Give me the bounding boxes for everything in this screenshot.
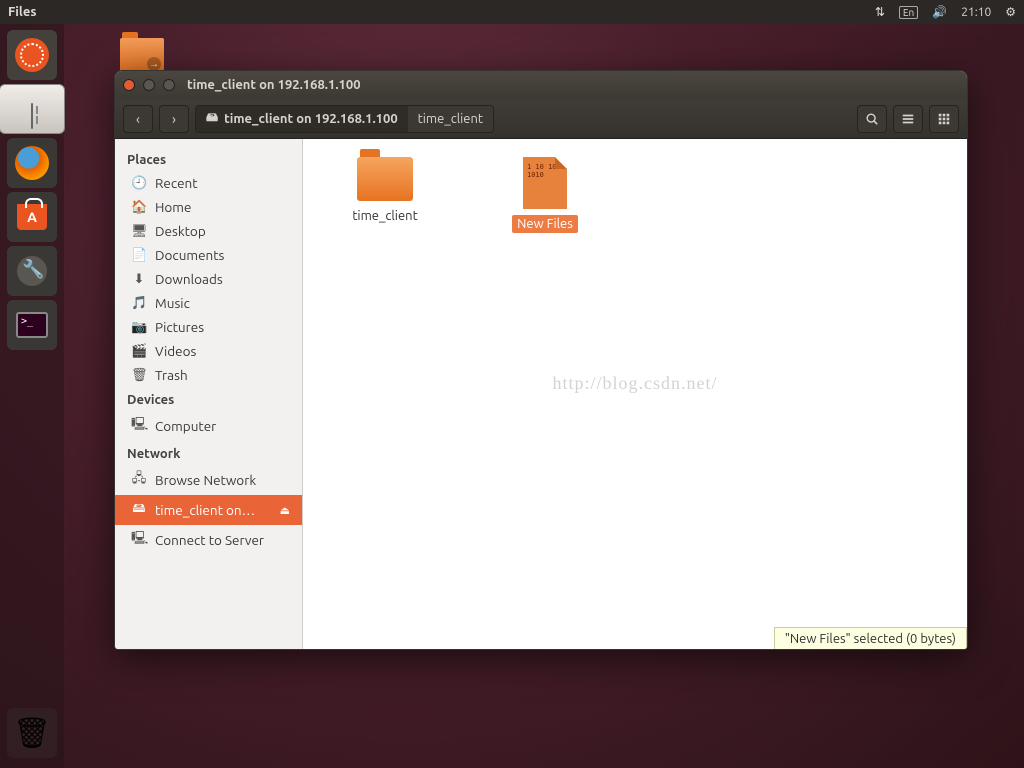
path-root-segment[interactable]: 🖴time_client on 192.168.1.100 [196,106,408,132]
sidebar-heading: Places [115,147,302,171]
file-item-time-client[interactable]: time_client [335,157,435,225]
sidebar-heading: Devices [115,387,302,411]
sidebar-item-label: Computer [155,418,216,434]
path-bar: 🖴time_client on 192.168.1.100 time_clien… [195,105,494,133]
unity-launcher: A >_ 🗑 [0,24,64,768]
sidebar-item-icon: 📷 [131,320,147,335]
window-title: time_client on 192.168.1.100 [187,78,361,92]
sidebar-item-label: Trash [155,367,188,383]
launcher-firefox-icon[interactable] [7,138,57,188]
places-sidebar: Places 🕘 Recent 🏠 Home 🖥 Desktop 📄 Documents ⬇ Dow… [115,139,303,650]
sidebar-item-icon: 🖳 [131,415,147,437]
path-current-segment[interactable]: time_client [408,106,493,132]
sidebar-item-downloads[interactable]: ⬇ Downloads [115,267,302,291]
network-indicator-icon[interactable]: ⇅ [875,5,885,19]
sidebar-heading: Network [115,441,302,465]
files-window: time_client on 192.168.1.100 ‹ › 🖴time_c… [114,70,968,650]
sidebar-item-desktop[interactable]: 🖥 Desktop [115,219,302,243]
clock[interactable]: 21:10 [961,6,991,19]
search-icon [865,112,879,126]
sidebar-item-label: Browse Network [155,472,256,488]
launcher-settings-icon[interactable] [7,246,57,296]
launcher-terminal-icon[interactable]: >_ [7,300,57,350]
sidebar-item-label: Downloads [155,271,223,287]
watermark-text: http://blog.csdn.net/ [303,373,967,394]
sidebar-item-icon: 🎵 [131,296,147,311]
launcher-software-center-icon[interactable]: A [7,192,57,242]
sidebar-item-time-client-on-[interactable]: 🖴 time_client on… ⏏ [115,495,302,525]
sidebar-item-videos[interactable]: 🎬 Videos [115,339,302,363]
search-button[interactable] [857,105,887,133]
sidebar-item-icon: 📄 [131,248,147,263]
toolbar: ‹ › 🖴time_client on 192.168.1.100 time_c… [115,99,967,139]
nav-forward-button[interactable]: › [159,105,189,133]
window-maximize-button[interactable] [163,79,175,91]
launcher-files-icon[interactable] [0,84,65,134]
code-file-icon: 1 10 101 1010 [523,157,567,209]
sidebar-item-documents[interactable]: 📄 Documents [115,243,302,267]
menubar-app-label: Files [8,5,36,19]
network-drive-icon: 🖴 [206,108,218,129]
sidebar-item-icon: 🖥 [131,224,147,239]
status-bar: "New Files" selected (0 bytes) [774,627,967,650]
sidebar-item-connect-to-server[interactable]: 🖳 Connect to Server [115,525,302,555]
sidebar-item-label: Music [155,295,190,311]
sidebar-item-label: time_client on… [155,502,255,518]
sidebar-item-icon: 🗑 [131,368,147,383]
sidebar-item-computer[interactable]: 🖳 Computer [115,411,302,441]
window-minimize-button[interactable] [143,79,155,91]
keyboard-indicator[interactable]: En [899,6,918,19]
sidebar-item-label: Home [155,199,191,215]
eject-icon[interactable]: ⏏ [280,504,290,517]
sidebar-item-music[interactable]: 🎵 Music [115,291,302,315]
content-pane[interactable]: time_client 1 10 101 1010 New Files http:/… [303,139,967,650]
sidebar-item-icon: ⬇ [131,272,147,287]
view-list-button[interactable] [893,105,923,133]
sidebar-item-pictures[interactable]: 📷 Pictures [115,315,302,339]
sidebar-item-trash[interactable]: 🗑 Trash [115,363,302,387]
launcher-dash-icon[interactable] [7,30,57,80]
sidebar-item-label: Connect to Server [155,532,264,548]
sidebar-item-icon: 🎬 [131,344,147,359]
sidebar-item-label: Documents [155,247,224,263]
sidebar-item-label: Desktop [155,223,206,239]
sidebar-item-icon: 🏠 [131,200,147,215]
sidebar-item-browse-network[interactable]: 🖧 Browse Network [115,465,302,495]
view-grid-button[interactable] [929,105,959,133]
list-icon [901,112,915,126]
launcher-trash-icon[interactable]: 🗑 [7,708,57,758]
sidebar-item-icon: 🖴 [131,499,147,521]
sound-indicator-icon[interactable]: 🔊 [932,5,947,19]
file-label: New Files [512,215,578,233]
sidebar-item-recent[interactable]: 🕘 Recent [115,171,302,195]
sidebar-item-home[interactable]: 🏠 Home [115,195,302,219]
file-item-new-files[interactable]: 1 10 101 1010 New Files [495,157,595,233]
grid-icon [937,112,951,126]
sidebar-item-icon: 🖳 [131,529,147,551]
file-label: time_client [347,207,422,225]
window-titlebar[interactable]: time_client on 192.168.1.100 [115,71,967,99]
sidebar-item-label: Pictures [155,319,204,335]
sidebar-item-icon: 🕘 [131,176,147,191]
window-close-button[interactable] [123,79,135,91]
nav-back-button[interactable]: ‹ [123,105,153,133]
folder-icon [357,157,413,201]
system-menu-icon[interactable]: ⚙ [1005,5,1016,19]
file-grid: time_client 1 10 101 1010 New Files [303,139,967,251]
top-menubar: Files ⇅ En 🔊 21:10 ⚙ [0,0,1024,24]
sidebar-item-icon: 🖧 [131,469,147,491]
sidebar-item-label: Videos [155,343,196,359]
sidebar-item-label: Recent [155,175,198,191]
